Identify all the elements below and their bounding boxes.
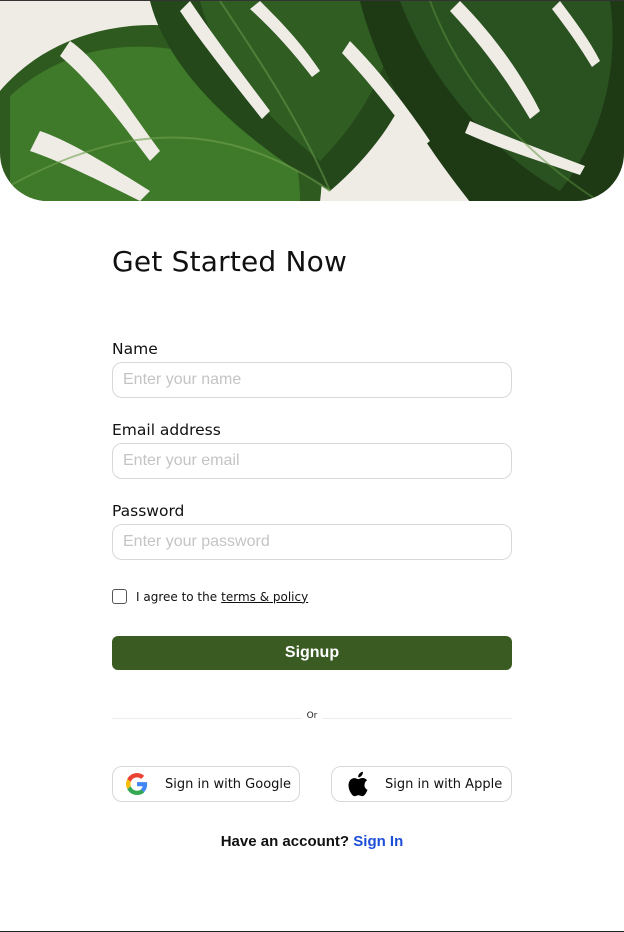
terms-text: I agree to the — [136, 589, 218, 604]
apple-icon — [345, 771, 369, 797]
name-label: Name — [112, 340, 158, 358]
terms-agreement-row: I agree to the terms & policy — [112, 589, 308, 604]
password-label: Password — [112, 502, 185, 520]
apple-signin-label: Sign in with Apple — [385, 776, 503, 792]
password-input[interactable] — [112, 524, 512, 560]
terms-link[interactable]: terms & policy — [221, 590, 308, 604]
monstera-leaf-image — [0, 1, 624, 201]
google-signin-button[interactable]: Sign in with Google — [112, 766, 300, 802]
page-title: Get Started Now — [112, 245, 348, 278]
signin-link[interactable]: Sign In — [353, 833, 403, 850]
name-input[interactable] — [112, 362, 512, 398]
divider-text: Or — [306, 711, 318, 721]
or-divider: Or — [112, 710, 512, 726]
divider-line-right — [322, 718, 512, 719]
hero-banner — [0, 0, 624, 201]
signup-button[interactable]: Signup — [112, 636, 512, 670]
have-account-text: Have an account? — [220, 833, 350, 850]
email-input[interactable] — [112, 443, 512, 479]
signup-page: Get Started Now Name Email address Passw… — [0, 0, 624, 932]
terms-checkbox[interactable] — [112, 589, 127, 604]
apple-signin-button[interactable]: Sign in with Apple — [331, 766, 512, 802]
have-account-row: Have an account? Sign In — [0, 833, 624, 850]
google-signin-label: Sign in with Google — [165, 776, 292, 792]
email-label: Email address — [112, 421, 221, 439]
google-icon — [125, 772, 149, 796]
